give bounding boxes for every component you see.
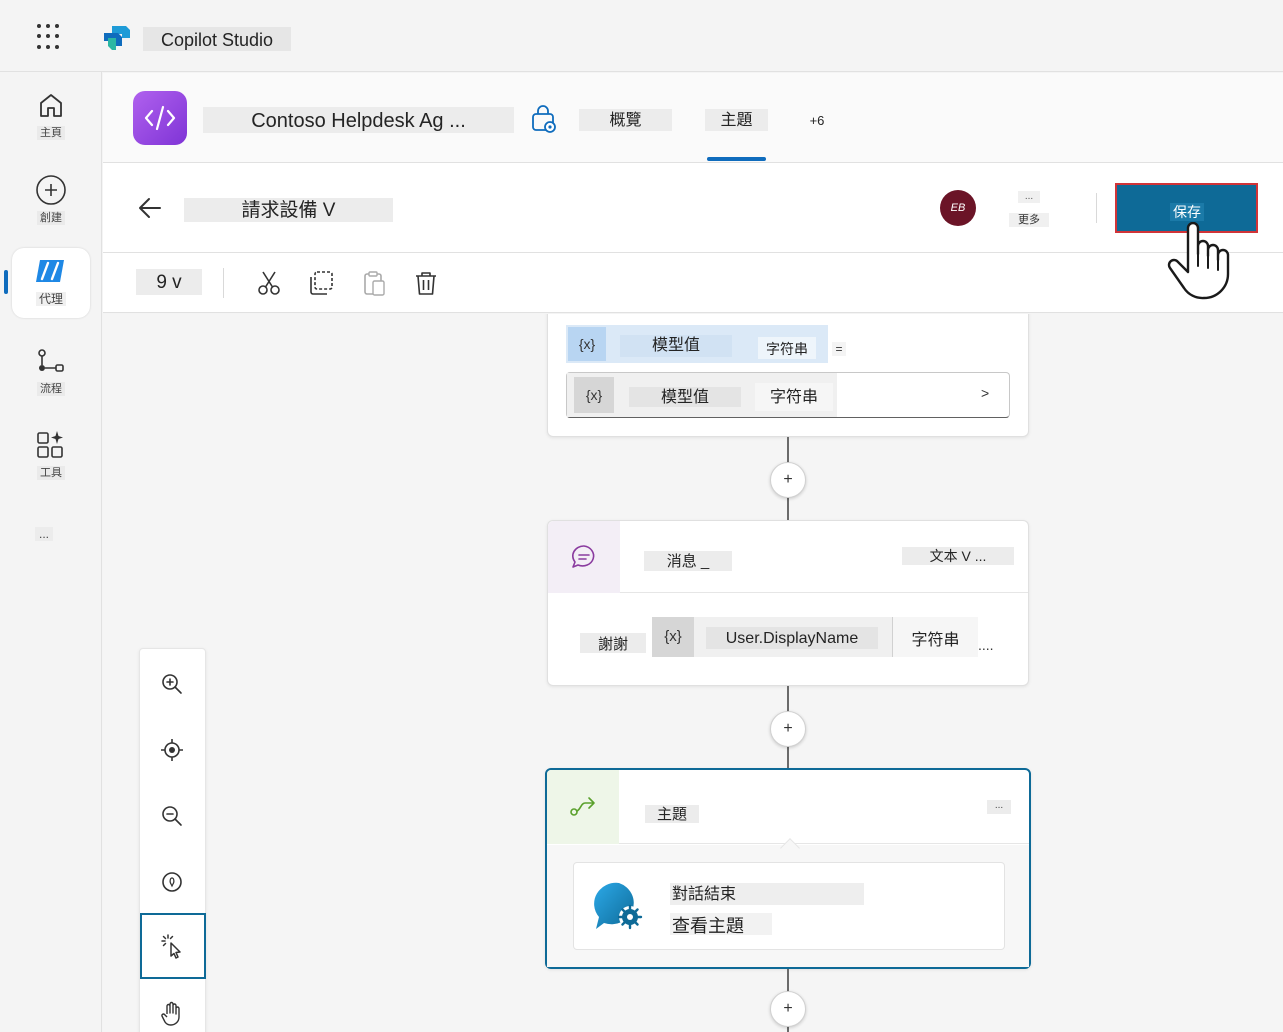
copilot-studio-logo <box>104 26 130 50</box>
app-title: Copilot Studio <box>143 27 292 51</box>
message-ellipsis: .... <box>978 637 994 653</box>
message-icon-tile <box>548 521 620 593</box>
agent-settings-icon[interactable] <box>528 105 558 135</box>
add-node-button[interactable]: + <box>770 711 806 747</box>
map-pin-icon <box>162 872 182 892</box>
zoom-controls <box>139 648 206 1032</box>
variable-type: 字符串 <box>758 337 816 359</box>
topic-node-title: 主題 <box>645 805 699 823</box>
agent-name: Contoso Helpdesk Ag ... <box>203 107 514 133</box>
agent-header: Contoso Helpdesk Ag ... 概覽 主題 +6 <box>103 73 1283 163</box>
recenter-button[interactable] <box>152 730 192 770</box>
topic-header: 請求設備 V EB ... 更多 保存 <box>103 163 1283 253</box>
flow-icon <box>38 349 64 372</box>
nav-home-label: 主頁 <box>37 126 65 140</box>
nav-home[interactable]: 主頁 <box>12 82 90 152</box>
copy-icon[interactable] <box>307 269 335 297</box>
tab-overview[interactable]: 概覽 <box>579 109 672 131</box>
value-chip: {x} 模型值 字符串 <box>567 373 837 417</box>
tab-topics[interactable]: 主題 <box>705 109 768 131</box>
add-node-button[interactable]: + <box>770 991 806 1027</box>
topic-reference-name: 對話結束 <box>670 883 864 905</box>
message-text: 謝謝 <box>580 633 646 653</box>
agent-logo-icon <box>144 105 176 131</box>
more-button[interactable]: ... 更多 <box>1009 187 1049 231</box>
message-node[interactable]: 消息 _ 文本 V ... 謝謝 {x} User.DisplayName 字符… <box>547 520 1029 686</box>
message-variable-name: User.DisplayName <box>706 627 878 649</box>
zoom-out-button[interactable] <box>152 796 192 836</box>
topic-name[interactable]: 請求設備 V <box>184 198 393 222</box>
more-dots: ... <box>1018 191 1040 203</box>
paste-icon[interactable] <box>360 269 388 297</box>
message-variable-type: 字符串 <box>892 617 978 657</box>
redirect-icon <box>570 797 595 816</box>
agent-avatar[interactable] <box>133 91 187 145</box>
nav-tools[interactable]: 工具 <box>12 422 90 492</box>
nav-flows-label: 流程 <box>37 382 65 396</box>
chevron-right-icon[interactable]: > <box>981 385 989 401</box>
more-label: 更多 <box>1009 213 1049 227</box>
topic-reference-card[interactable]: 對話結束 查看主題 <box>573 862 1005 950</box>
message-variable-chip[interactable]: {x} User.DisplayName 字符串 <box>652 617 978 657</box>
zoom-in-button[interactable] <box>152 664 192 704</box>
editor-toolbar: 9 v <box>103 253 1283 313</box>
authoring-canvas[interactable]: {x} 模型值 字符串 = {x} 模型值 字符串 > + 消息 _ 文本 V … <box>103 314 1283 1032</box>
save-label: 保存 <box>1170 203 1204 221</box>
message-variation-dropdown[interactable]: 文本 V ... <box>902 547 1014 565</box>
version-dropdown[interactable]: 9 v <box>136 269 202 295</box>
node-more-button[interactable]: ... <box>987 800 1011 814</box>
message-node-title: 消息 _ <box>644 551 732 571</box>
topic-icon-tile <box>547 770 619 844</box>
delete-icon[interactable] <box>412 269 440 297</box>
variable-selector[interactable]: {x} 模型值 字符串 <box>566 325 828 363</box>
crosshair-icon <box>161 739 183 761</box>
variable-icon: {x} <box>568 327 606 361</box>
zoom-in-icon <box>162 674 182 694</box>
topic-node-header: 主題 ... <box>547 770 1029 844</box>
nav-agents[interactable]: 代理 <box>12 248 90 318</box>
add-node-button[interactable]: + <box>770 462 806 498</box>
app-launcher-icon[interactable] <box>37 24 63 50</box>
nav-flows[interactable]: 流程 <box>12 338 90 408</box>
view-topic-link[interactable]: 查看主題 <box>670 913 772 936</box>
message-variable-icon: {x} <box>652 617 694 657</box>
tab-more[interactable]: +6 <box>803 109 831 131</box>
variable-name: 模型值 <box>620 335 732 357</box>
value-variable-icon: {x} <box>574 377 614 413</box>
topic-redirect-node[interactable]: 主題 ... 對話結束 查看主題 <box>545 768 1031 969</box>
value-variable-type: 字符串 <box>755 383 833 411</box>
app-header: Copilot Studio <box>0 0 1283 72</box>
user-avatar[interactable]: EB <box>940 190 976 226</box>
hand-icon <box>161 1001 180 1026</box>
nav-more[interactable]: ... <box>35 527 54 541</box>
select-pointer-icon <box>161 934 181 959</box>
save-button[interactable]: 保存 <box>1115 183 1258 233</box>
select-mode-button[interactable] <box>140 913 206 979</box>
nav-agents-label: 代理 <box>35 292 66 306</box>
minimap-button[interactable] <box>152 862 192 902</box>
chat-bubble-icon <box>572 545 595 568</box>
nav-tools-label: 工具 <box>37 466 65 480</box>
divider <box>1096 193 1097 223</box>
nav-create-label: 創建 <box>37 211 65 225</box>
active-tab-underline <box>707 157 766 161</box>
home-icon <box>40 94 62 117</box>
active-indicator <box>4 270 8 294</box>
back-arrow-icon[interactable] <box>137 195 163 221</box>
zoom-out-icon <box>162 806 182 826</box>
left-navigation: 主頁 創建 代理 流程 工具 ... <box>0 72 102 1032</box>
divider <box>223 268 224 298</box>
value-input[interactable]: {x} 模型值 字符串 > <box>566 372 1010 418</box>
pan-mode-button[interactable] <box>152 994 192 1032</box>
bot-settings-icon <box>594 882 643 930</box>
tools-icon <box>37 431 63 458</box>
agent-icon <box>36 260 64 282</box>
cut-icon[interactable] <box>255 269 283 297</box>
set-variable-node[interactable]: {x} 模型值 字符串 = {x} 模型值 字符串 > <box>547 314 1029 437</box>
add-circle-icon <box>36 175 66 205</box>
nav-create[interactable]: 創建 <box>12 167 90 237</box>
message-node-header: 消息 _ 文本 V ... <box>548 521 1028 593</box>
value-variable-name: 模型值 <box>629 387 741 407</box>
equals-sign: = <box>832 342 846 356</box>
